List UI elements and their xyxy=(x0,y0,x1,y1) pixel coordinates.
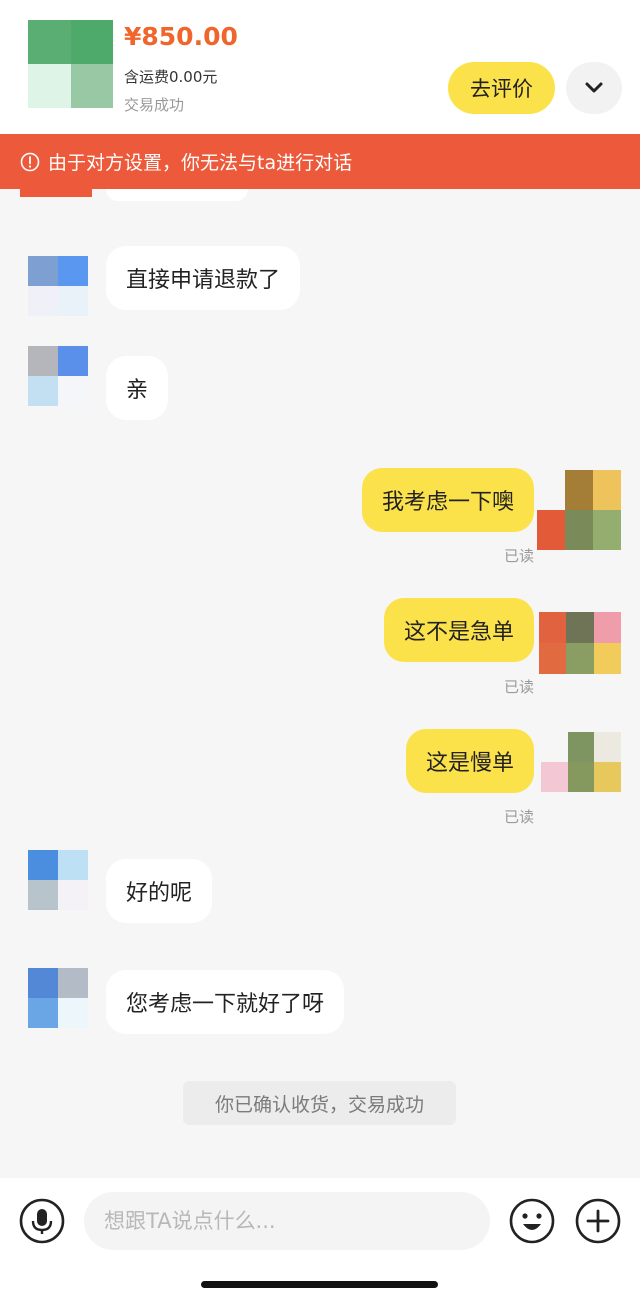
avatar-tile xyxy=(58,346,88,376)
contact-avatar[interactable] xyxy=(28,346,88,406)
my-avatar[interactable] xyxy=(539,612,621,674)
read-receipt: 已读 xyxy=(503,547,534,565)
expand-button[interactable] xyxy=(566,62,622,114)
avatar-tile xyxy=(58,998,88,1028)
avatar-tile xyxy=(58,880,88,910)
order-price: ¥850.00 xyxy=(124,22,238,51)
order-summary[interactable]: ¥850.00 含运费0.00元 交易成功 去评价 xyxy=(0,0,640,134)
avatar-tile xyxy=(593,612,621,643)
emoji-button[interactable] xyxy=(508,1197,556,1245)
home-indicator xyxy=(201,1281,438,1288)
avatar-tile xyxy=(565,510,593,550)
thumb-tile xyxy=(70,64,113,108)
thumb-tile xyxy=(28,64,71,108)
avatar-tile xyxy=(593,470,621,510)
voice-button[interactable] xyxy=(18,1197,66,1245)
avatar-tile xyxy=(567,732,595,762)
message-bubble-outgoing[interactable]: 这不是急单 xyxy=(383,598,534,662)
avatar-tile xyxy=(541,762,568,792)
message-bubble-incoming[interactable]: 亲 xyxy=(106,356,169,420)
contact-avatar[interactable] xyxy=(28,850,88,910)
emoji-icon xyxy=(509,1198,555,1244)
avatar-tile xyxy=(28,968,58,998)
avatar-tile xyxy=(566,643,594,674)
message-bubble-incoming[interactable]: 直接申请退款了 xyxy=(106,246,301,310)
avatar-tile xyxy=(594,762,621,792)
shipping-fee: 含运费0.00元 xyxy=(124,68,218,86)
message-bubble-incoming[interactable]: 您考虑一下就好了呀 xyxy=(106,970,345,1034)
chevron-down-icon xyxy=(585,82,603,93)
order-status: 交易成功 xyxy=(124,96,185,114)
more-options-button[interactable] xyxy=(574,1197,622,1245)
avatar-tile xyxy=(58,968,88,998)
avatar-tile xyxy=(58,286,88,316)
avatar-tile xyxy=(567,762,595,792)
avatar-tile xyxy=(28,286,58,316)
avatar-tile xyxy=(28,850,58,880)
bubble-fragment xyxy=(106,189,248,201)
banner-text: 由于对方设置，你无法与ta进行对话 xyxy=(48,152,353,174)
message-bubble-outgoing[interactable]: 我考虑一下噢 xyxy=(361,468,534,532)
avatar-tile xyxy=(566,612,594,643)
my-avatar[interactable] xyxy=(541,732,621,792)
avatar-tile xyxy=(537,510,565,550)
contact-avatar[interactable] xyxy=(28,968,88,1028)
plus-icon xyxy=(575,1198,621,1244)
avatar-tile xyxy=(58,256,88,286)
chat-disabled-banner: 由于对方设置，你无法与ta进行对话 xyxy=(0,134,640,189)
message-bubble-outgoing[interactable]: 这是慢单 xyxy=(405,729,534,793)
read-receipt: 已读 xyxy=(503,678,534,696)
microphone-icon xyxy=(19,1198,65,1244)
avatar-tile xyxy=(28,880,58,910)
avatar-tile xyxy=(539,612,567,643)
thumb-tile xyxy=(28,20,71,64)
avatar-tile xyxy=(58,850,88,880)
input-bar xyxy=(0,1178,640,1297)
my-avatar[interactable] xyxy=(537,470,621,550)
product-thumbnail[interactable] xyxy=(28,20,113,108)
avatar-tile xyxy=(28,998,58,1028)
avatar-tile xyxy=(594,732,621,762)
alert-circle-icon xyxy=(20,152,40,172)
message-bubble-incoming[interactable]: 好的呢 xyxy=(106,859,213,923)
avatar-tile xyxy=(28,376,58,406)
avatar-tile xyxy=(593,643,621,674)
avatar-tile xyxy=(28,256,58,286)
message-input[interactable] xyxy=(84,1192,490,1250)
avatar-tile xyxy=(593,510,621,550)
contact-avatar[interactable] xyxy=(28,256,88,316)
avatar-tile xyxy=(28,346,58,376)
thumb-tile xyxy=(70,20,113,64)
avatar-fragment xyxy=(20,189,92,197)
system-notice: 你已确认收货，交易成功 xyxy=(183,1081,456,1125)
avatar-tile xyxy=(539,643,567,674)
review-button[interactable]: 去评价 xyxy=(448,62,555,114)
read-receipt: 已读 xyxy=(503,808,534,826)
avatar-tile xyxy=(565,470,593,510)
avatar-tile xyxy=(58,376,88,406)
